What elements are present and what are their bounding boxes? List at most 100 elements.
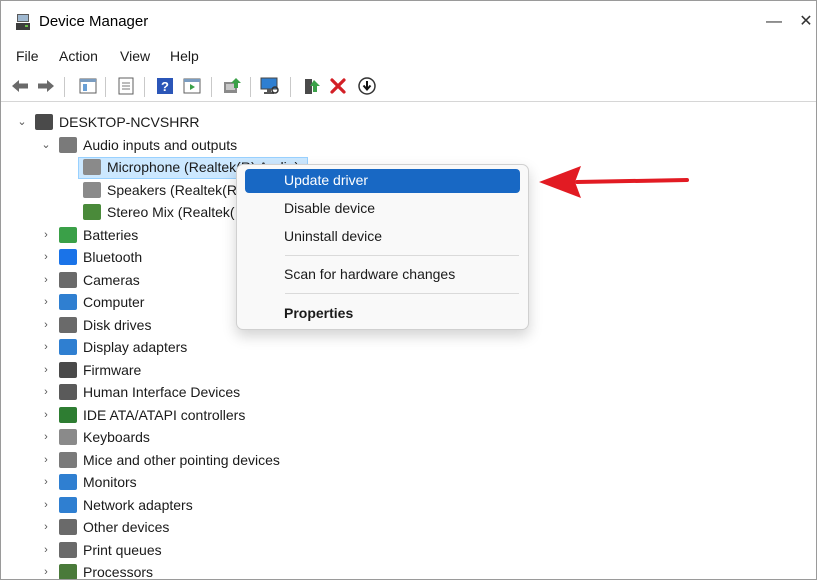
menu-file[interactable]: File xyxy=(16,48,39,64)
expand-chevron-icon[interactable]: › xyxy=(41,404,51,426)
display-adapters-icon xyxy=(59,339,77,355)
tree-item-label: Bluetooth xyxy=(83,249,143,265)
minimize-button[interactable]: — xyxy=(759,9,789,35)
tree-item-label: Display adapters xyxy=(83,339,188,355)
scan-hardware-label: Scan for hardware changes xyxy=(284,266,456,282)
tree-item-label: Processors xyxy=(83,564,154,580)
scan-hardware-menu-item[interactable]: Scan for hardware changes xyxy=(245,263,520,287)
batteries-icon xyxy=(59,226,77,243)
cameras-icon xyxy=(59,271,77,288)
uninstall-device-icon[interactable] xyxy=(327,75,349,97)
title-bar: Device Manager — ✕ xyxy=(1,1,816,43)
scan-hardware-icon[interactable] xyxy=(259,75,281,97)
update-driver-menu-item[interactable]: Update driver xyxy=(245,169,520,193)
tree-item-label: Other devices xyxy=(83,519,170,535)
tree-category-ide-ata-atapi-controllers[interactable]: › IDE ATA/ATAPI controllers xyxy=(1,404,701,426)
mice-and-other-pointing-devices-icon xyxy=(59,451,77,468)
other-devices-icon xyxy=(59,519,77,535)
expand-chevron-icon[interactable]: › xyxy=(41,381,51,403)
tree-category-keyboards[interactable]: › Keyboards xyxy=(1,426,701,448)
toolbar: ? xyxy=(1,71,816,102)
tree-item-label: Firmware xyxy=(83,361,142,378)
update-driver-icon[interactable] xyxy=(221,75,243,97)
context-menu: Update driver Disable device Uninstall d… xyxy=(236,164,529,330)
close-button[interactable]: ✕ xyxy=(791,9,816,35)
menu-help[interactable]: Help xyxy=(170,48,199,64)
keyboards-icon xyxy=(59,429,77,445)
expand-chevron-icon[interactable]: › xyxy=(41,359,51,381)
tree-category-processors[interactable]: › Processors xyxy=(1,561,701,580)
menu-bar: File Action View Help xyxy=(1,45,816,69)
expand-chevron-icon[interactable]: › xyxy=(41,561,51,579)
tree-item-label: Keyboards xyxy=(83,429,150,445)
tree-item-label: Cameras xyxy=(83,271,140,288)
expand-chevron-icon[interactable]: › xyxy=(41,336,51,358)
tree-category-firmware[interactable]: › Firmware xyxy=(1,359,701,381)
expand-chevron-icon[interactable]: › xyxy=(41,516,51,538)
uninstall-device-menu-item[interactable]: Uninstall device xyxy=(245,225,520,249)
tree-category-print-queues[interactable]: › Print queues xyxy=(1,539,701,561)
tree-item-label: Audio inputs and outputs xyxy=(83,136,238,153)
menu-view[interactable]: View xyxy=(120,48,150,64)
computer-icon xyxy=(35,114,53,130)
help-icon[interactable]: ? xyxy=(154,75,176,97)
properties-menu-item[interactable]: Properties xyxy=(245,302,520,326)
expand-chevron-icon[interactable]: › xyxy=(41,314,51,336)
bluetooth-icon xyxy=(59,249,77,265)
expand-chevron-icon[interactable]: › xyxy=(41,291,51,313)
back-arrow-icon[interactable] xyxy=(9,75,31,97)
expand-chevron-icon[interactable]: › xyxy=(41,449,51,471)
disable-device-icon[interactable] xyxy=(356,75,378,97)
window-title: Device Manager xyxy=(39,13,149,30)
forward-arrow-icon[interactable] xyxy=(35,75,57,97)
expand-chevron-icon[interactable]: › xyxy=(41,426,51,448)
expand-chevron-icon[interactable]: › xyxy=(41,539,51,561)
expand-chevron-icon[interactable]: › xyxy=(41,246,51,268)
enable-device-icon[interactable] xyxy=(301,75,323,97)
tree-category-monitors[interactable]: › Monitors xyxy=(1,471,701,493)
properties-icon[interactable] xyxy=(115,75,137,97)
tree-category-display-adapters[interactable]: › Display adapters xyxy=(1,336,701,358)
show-hide-tree-icon[interactable] xyxy=(77,75,99,97)
tree-category-human-interface-devices[interactable]: › Human Interface Devices xyxy=(1,381,701,403)
expand-chevron-icon[interactable]: › xyxy=(41,471,51,493)
tree-category-other-devices[interactable]: › Other devices xyxy=(1,516,701,538)
device-manager-window: Device Manager — ✕ File Action View Help xyxy=(0,0,817,580)
human-interface-devices-icon xyxy=(59,384,77,400)
tree-item-label: Mice and other pointing devices xyxy=(83,451,280,468)
disable-device-label: Disable device xyxy=(284,200,376,216)
tree-item-label: Batteries xyxy=(83,226,139,243)
action-pane-icon[interactable] xyxy=(181,75,203,97)
speaker-icon xyxy=(59,136,77,153)
menu-action[interactable]: Action xyxy=(59,48,98,64)
disable-device-menu-item[interactable]: Disable device xyxy=(245,197,520,221)
collapse-chevron-icon[interactable]: ⌄ xyxy=(17,111,27,133)
device-manager-icon xyxy=(16,14,30,30)
expand-chevron-icon[interactable]: › xyxy=(41,224,51,246)
tree-item-label: Print queues xyxy=(83,541,162,558)
tree-item-label: Speakers (Realtek(R) xyxy=(107,181,242,198)
uninstall-device-label: Uninstall device xyxy=(284,228,383,244)
expand-chevron-icon[interactable]: › xyxy=(41,494,51,516)
tree-category-network-adapters[interactable]: › Network adapters xyxy=(1,494,701,516)
expand-chevron-icon[interactable]: › xyxy=(41,269,51,291)
disk-drives-icon xyxy=(59,316,77,333)
tree-item-label: DESKTOP-NCVSHRR xyxy=(59,114,200,130)
collapse-chevron-icon[interactable]: ⌄ xyxy=(41,134,51,156)
speaker-icon xyxy=(83,181,101,198)
update-driver-label: Update driver xyxy=(284,172,369,188)
computer-icon xyxy=(59,294,77,310)
tree-category-mice-and-other-pointing-devices[interactable]: › Mice and other pointing devices xyxy=(1,449,701,471)
tree-root-computer[interactable]: ⌄ DESKTOP-NCVSHRR xyxy=(1,111,701,133)
menu-separator xyxy=(285,255,519,256)
tree-item-label: Stereo Mix (Realtek( xyxy=(107,204,235,220)
tree-category-audio[interactable]: ⌄ Audio inputs and outputs xyxy=(1,134,701,156)
network-adapters-icon xyxy=(59,496,77,513)
tree-item-label: Disk drives xyxy=(83,316,152,333)
tree-item-label: Monitors xyxy=(83,474,137,490)
audio-card-icon xyxy=(83,204,101,220)
tree-item-label: Computer xyxy=(83,294,145,310)
microphone-icon xyxy=(83,159,101,175)
ide-ata-atapi-controllers-icon xyxy=(59,406,77,423)
svg-text:?: ? xyxy=(161,79,169,94)
